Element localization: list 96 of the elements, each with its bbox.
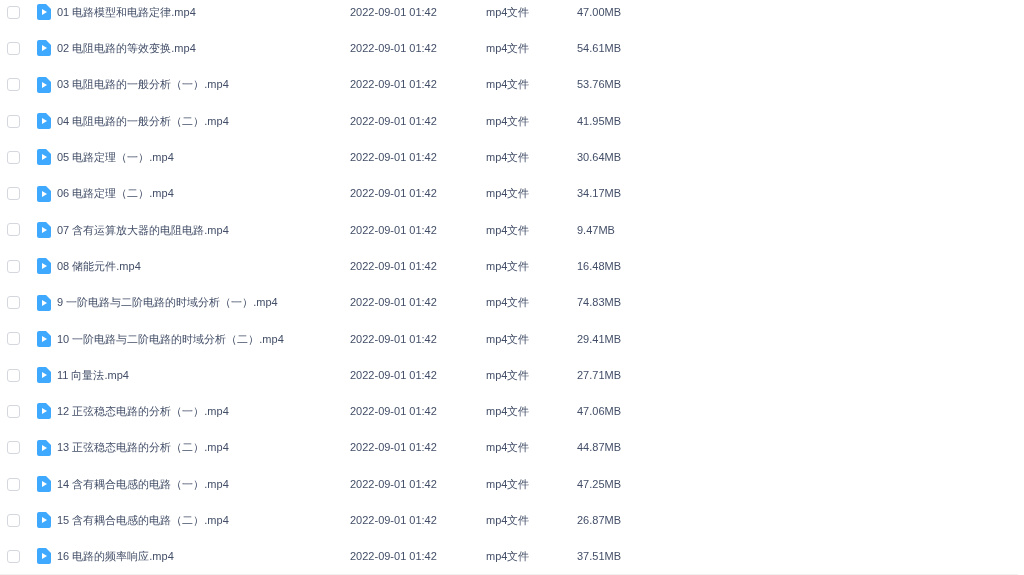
file-name[interactable]: 01 电路模型和电路定律.mp4: [57, 3, 350, 21]
checkbox[interactable]: [7, 441, 20, 455]
file-type: mp4文件: [486, 513, 531, 529]
video-file-icon: [37, 149, 51, 166]
file-name[interactable]: 03 电阻电路的一般分析（一）.mp4: [57, 76, 350, 93]
file-size: 16.48MB: [577, 258, 622, 274]
checkbox[interactable]: [7, 5, 20, 19]
file-type: mp4文件: [486, 113, 531, 129]
file-size: 29.41MB: [577, 331, 622, 347]
file-size: 47.25MB: [577, 476, 622, 492]
file-name[interactable]: 07 含有运算放大器的电阻电路.mp4: [57, 221, 350, 239]
file-type: mp4文件: [486, 548, 531, 564]
modified-date: 2022-09-01 01:42: [350, 222, 438, 238]
checkbox[interactable]: [7, 78, 20, 92]
file-type: mp4文件: [486, 476, 531, 492]
checkbox[interactable]: [7, 513, 20, 527]
video-file-icon: [37, 476, 51, 492]
file-type: mp4文件: [486, 404, 531, 420]
file-size: 47.00MB: [577, 4, 622, 20]
file-type: mp4文件: [486, 295, 531, 311]
modified-date: 2022-09-01 01:42: [350, 258, 438, 274]
file-size: 26.87MB: [577, 513, 622, 529]
checkbox[interactable]: [7, 187, 20, 201]
video-file-icon: [37, 403, 51, 420]
file-name[interactable]: 11 向量法.mp4: [57, 366, 350, 384]
video-file-icon: [37, 76, 51, 93]
video-file-icon: [37, 294, 51, 311]
video-file-icon: [37, 367, 51, 384]
video-file-icon: [37, 330, 51, 347]
video-file-icon: [37, 221, 51, 238]
file-size: 27.71MB: [577, 367, 622, 383]
file-name[interactable]: 05 电路定理（一）.mp4: [57, 149, 350, 166]
modified-date: 2022-09-01 01:42: [350, 440, 438, 456]
modified-date: 2022-09-01 01:42: [350, 41, 438, 57]
file-size: 41.95MB: [577, 113, 622, 129]
checkbox[interactable]: [7, 41, 20, 55]
modified-date: 2022-09-01 01:42: [350, 476, 438, 492]
modified-date: 2022-09-01 01:42: [350, 331, 438, 347]
file-name[interactable]: 12 正弦稳态电路的分析（一）.mp4: [57, 403, 350, 420]
video-file-icon: [37, 548, 51, 565]
file-size: 53.76MB: [577, 77, 622, 93]
video-file-icon: [37, 439, 51, 456]
video-file-icon: [37, 185, 51, 202]
file-type: mp4文件: [486, 367, 531, 383]
checkbox[interactable]: [7, 332, 20, 346]
file-name[interactable]: 9 一阶电路与二阶电路的时域分析（一）.mp4: [57, 294, 350, 311]
video-file-icon: [37, 512, 51, 529]
checkbox[interactable]: [7, 259, 20, 273]
checkbox[interactable]: [7, 549, 20, 563]
file-name[interactable]: 15 含有耦合电感的电路（二）.mp4: [57, 512, 350, 529]
file-name[interactable]: 06 电路定理（二）.mp4: [57, 185, 350, 202]
file-type: mp4文件: [486, 222, 531, 238]
file-type: mp4文件: [486, 41, 531, 57]
file-name[interactable]: 04 电阻电路的一般分析（二）.mp4: [57, 112, 350, 130]
file-size: 54.61MB: [577, 41, 622, 57]
file-size: 44.87MB: [577, 440, 622, 456]
file-size: 9.47MB: [577, 222, 615, 238]
modified-date: 2022-09-01 01:42: [350, 4, 438, 20]
checkbox[interactable]: [7, 477, 20, 491]
video-file-icon: [37, 40, 51, 57]
video-file-icon: [37, 258, 51, 275]
file-size: 74.83MB: [577, 295, 622, 311]
file-name[interactable]: 16 电路的频率响应.mp4: [57, 547, 350, 565]
modified-date: 2022-09-01 01:42: [350, 186, 438, 202]
modified-date: 2022-09-01 01:42: [350, 295, 438, 311]
file-size: 30.64MB: [577, 150, 622, 166]
checkbox[interactable]: [7, 150, 20, 164]
checkbox[interactable]: [7, 368, 20, 382]
file-name[interactable]: 08 储能元件.mp4: [57, 257, 350, 275]
modified-date: 2022-09-01 01:42: [350, 113, 438, 129]
checkbox[interactable]: [7, 223, 20, 237]
checkbox[interactable]: [7, 404, 20, 418]
file-size: 47.06MB: [577, 404, 622, 420]
file-name[interactable]: 13 正弦稳态电路的分析（二）.mp4: [57, 439, 350, 456]
video-file-icon: [37, 4, 51, 21]
file-type: mp4文件: [486, 440, 531, 456]
modified-date: 2022-09-01 01:42: [350, 150, 438, 166]
checkbox[interactable]: [7, 296, 20, 309]
modified-date: 2022-09-01 01:42: [350, 404, 438, 420]
file-type: mp4文件: [486, 331, 531, 347]
video-file-icon: [37, 113, 51, 130]
modified-date: 2022-09-01 01:42: [350, 513, 438, 529]
file-type: mp4文件: [486, 186, 531, 202]
file-name[interactable]: 14 含有耦合电感的电路（一）.mp4: [57, 475, 350, 493]
file-type: mp4文件: [486, 258, 531, 274]
file-size: 34.17MB: [577, 186, 622, 202]
file-type: mp4文件: [486, 77, 531, 93]
file-type: mp4文件: [486, 150, 531, 166]
modified-date: 2022-09-01 01:42: [350, 367, 438, 383]
file-name[interactable]: 10 一阶电路与二阶电路的时域分析（二）.mp4: [57, 330, 350, 348]
checkbox[interactable]: [7, 114, 20, 128]
file-type: mp4文件: [486, 4, 531, 20]
modified-date: 2022-09-01 01:42: [350, 548, 438, 564]
modified-date: 2022-09-01 01:42: [350, 77, 438, 93]
file-name[interactable]: 02 电阻电路的等效变换.mp4: [57, 40, 350, 57]
file-size: 37.51MB: [577, 548, 622, 564]
